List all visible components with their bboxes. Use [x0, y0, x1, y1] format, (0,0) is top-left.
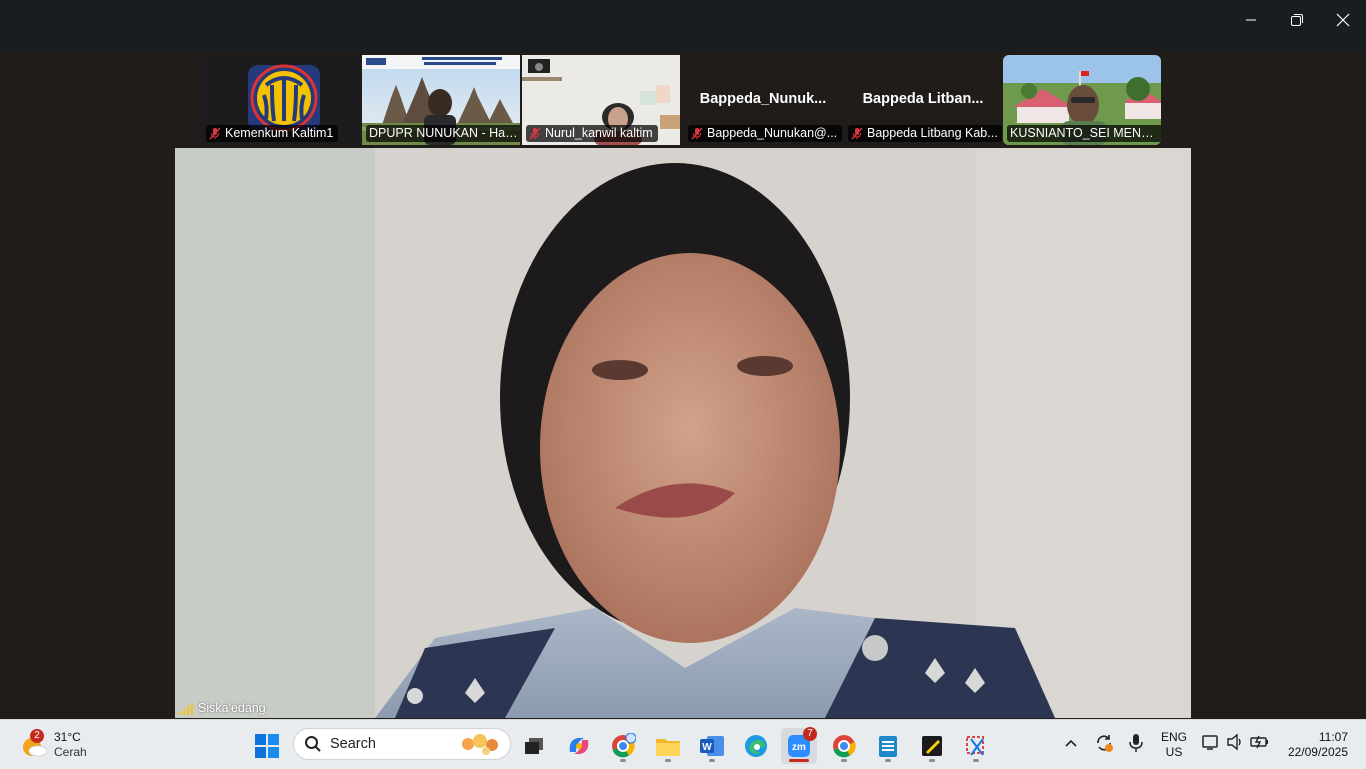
zoom-badge: 7	[803, 727, 817, 741]
chrome-icon	[833, 735, 856, 758]
network-icon[interactable]	[1202, 733, 1220, 751]
minimize-icon	[1246, 19, 1256, 21]
participant-display-name: Bappeda_Nunuk...	[699, 91, 827, 107]
running-indicator	[973, 759, 979, 762]
participant-name-tag: Bappeda Litbang Kab...	[848, 125, 1002, 142]
task-view-button[interactable]	[516, 728, 552, 764]
speaker-video-feed	[175, 148, 1191, 718]
search-box[interactable]: Search	[293, 728, 511, 760]
weather-description: Cerah	[54, 745, 87, 759]
running-indicator	[929, 759, 935, 762]
volume-icon[interactable]	[1226, 733, 1244, 751]
participant-tile[interactable]: Bappeda_Nunuk... Bappeda_Nunukan@...	[684, 55, 842, 145]
participant-tile[interactable]: Bappeda Litban... Bappeda Litbang Kab...	[844, 55, 1002, 145]
notepad-icon	[879, 736, 897, 757]
mic-off-icon	[691, 127, 703, 140]
language-indicator[interactable]: ENG US	[1160, 730, 1188, 760]
file-explorer-button[interactable]	[650, 728, 686, 764]
weather-widget[interactable]: 2 31°C Cerah	[20, 728, 87, 762]
running-indicator	[665, 759, 671, 762]
close-button[interactable]	[1320, 6, 1366, 34]
minimize-button[interactable]	[1228, 6, 1274, 34]
chrome-button[interactable]	[826, 728, 862, 764]
running-indicator	[885, 759, 891, 762]
participant-tile[interactable]: Kemenkum Kaltim1	[202, 55, 360, 145]
sticky-notes-icon	[922, 736, 942, 756]
svg-text:W: W	[702, 742, 712, 753]
zoom-button[interactable]: zm 7	[781, 727, 817, 764]
weather-badge: 2	[30, 729, 44, 743]
snipping-tool-icon	[966, 736, 984, 756]
participant-tile[interactable]: Nurul_kanwil kaltim	[522, 55, 680, 145]
notepad-button[interactable]	[870, 728, 906, 764]
speaker-name-tag: Siska'edang	[179, 701, 266, 715]
participant-name: Bappeda_Nunukan@...	[707, 126, 838, 140]
participant-name: DPUPR NUNUKAN - Has...	[369, 126, 519, 140]
running-indicator	[709, 759, 715, 762]
copilot-icon	[569, 738, 589, 754]
close-icon	[1336, 13, 1350, 27]
search-highlight-icon	[462, 734, 498, 755]
taskbar: 2 31°C Cerah Search W zm 7 ENG US 11:07 …	[0, 719, 1366, 769]
participant-tile[interactable]: KUSNIANTO_SEI MENG...	[1003, 55, 1161, 145]
word-button[interactable]: W	[694, 728, 730, 764]
running-indicator	[620, 759, 626, 762]
snipping-tool-button[interactable]	[958, 728, 994, 764]
participant-name-tag: Kemenkum Kaltim1	[206, 125, 339, 142]
participant-name: Kemenkum Kaltim1	[225, 126, 334, 140]
windows-start-icon	[255, 734, 279, 758]
clock-time: 11:07	[1318, 730, 1348, 744]
mic-off-icon	[529, 127, 541, 140]
participant-name: Nurul_kanwil kaltim	[545, 126, 653, 140]
mic-off-icon	[851, 127, 863, 140]
copilot-button[interactable]	[561, 728, 597, 764]
chrome-profile-button[interactable]	[605, 728, 641, 764]
restore-icon	[1291, 14, 1303, 26]
participant-name-tag: Nurul_kanwil kaltim	[526, 125, 658, 142]
participant-name-tag: KUSNIANTO_SEI MENG...	[1007, 125, 1161, 142]
edge-button[interactable]	[738, 728, 774, 764]
task-view-icon	[525, 738, 543, 754]
weather-temperature: 31°C	[54, 730, 81, 744]
file-explorer-icon	[656, 739, 680, 756]
clock-date: 22/09/2025	[1287, 745, 1348, 759]
active-indicator	[789, 759, 809, 762]
active-speaker-video: Siska'edang	[175, 148, 1191, 718]
signal-strength-icon	[179, 703, 193, 715]
windows-start-button[interactable]	[249, 728, 285, 764]
participant-name: Bappeda Litbang Kab...	[867, 126, 998, 140]
word-icon: W	[700, 736, 724, 756]
title-bar	[0, 0, 1366, 52]
participant-name: KUSNIANTO_SEI MENG...	[1010, 126, 1160, 140]
language-line1: ENG	[1160, 730, 1187, 744]
language-line2: US	[1165, 745, 1183, 759]
participant-strip: Kemenkum Kaltim1 DPUPR NUNUKAN - Has...	[202, 55, 1164, 145]
participant-name-tag: Bappeda_Nunukan@...	[688, 125, 842, 142]
restore-button[interactable]	[1274, 6, 1320, 34]
chevron-up-icon[interactable]	[1064, 738, 1078, 748]
participant-name-tag: DPUPR NUNUKAN - Has...	[366, 125, 520, 142]
battery-icon[interactable]	[1250, 733, 1270, 751]
sync-icon[interactable]	[1094, 733, 1114, 753]
chrome-profile-icon	[612, 733, 636, 758]
running-indicator	[841, 759, 847, 762]
speaker-name: Siska'edang	[198, 701, 266, 715]
search-icon	[305, 736, 321, 752]
participant-tile[interactable]: DPUPR NUNUKAN - Has...	[362, 55, 520, 145]
edge-icon	[745, 735, 767, 757]
participant-display-name: Bappeda Litban...	[862, 91, 984, 107]
sticky-notes-button[interactable]	[914, 728, 950, 764]
svg-text:zm: zm	[792, 742, 806, 753]
microphone-icon[interactable]	[1128, 733, 1144, 753]
weather-icon: 2	[20, 729, 48, 759]
mic-off-icon	[209, 127, 221, 140]
search-label: Search	[330, 736, 376, 752]
system-clock[interactable]: 11:07 22/09/2025	[1280, 730, 1348, 760]
